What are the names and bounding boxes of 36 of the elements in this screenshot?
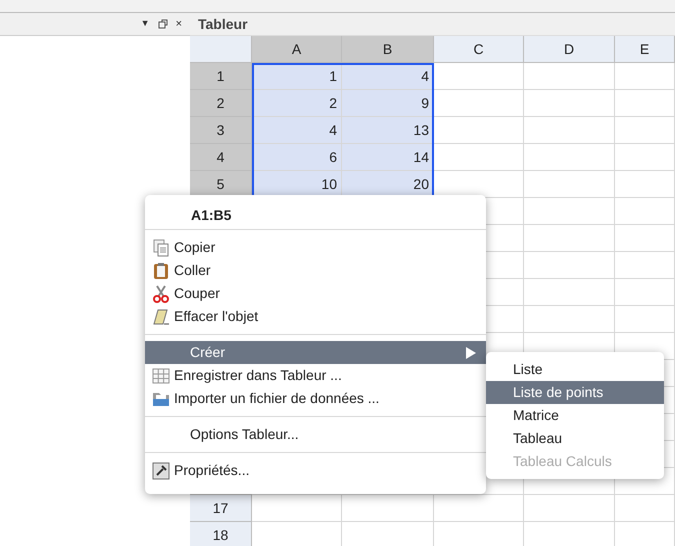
table-cell: 9 bbox=[342, 90, 434, 117]
column-header[interactable]: B bbox=[342, 36, 434, 63]
row-header[interactable]: 1 bbox=[190, 63, 252, 90]
menu-item[interactable]: Liste bbox=[486, 358, 664, 381]
table-cell: 1 bbox=[252, 63, 342, 90]
row-header[interactable]: 17 bbox=[190, 495, 252, 522]
table-cell: 4 bbox=[252, 117, 342, 144]
menu-item[interactable]: Tableau bbox=[486, 427, 664, 450]
dropdown-toggle[interactable]: ▼ bbox=[140, 17, 150, 31]
table-cell: 6 bbox=[252, 144, 342, 171]
column-header[interactable]: A bbox=[252, 36, 342, 63]
menu-item[interactable]: Options Tableur... bbox=[145, 423, 486, 446]
table-cell: 2 bbox=[252, 90, 342, 117]
column-header[interactable]: D bbox=[524, 36, 615, 63]
menu-item[interactable]: Effacer l'objet bbox=[145, 305, 486, 328]
menu-item[interactable]: Copier bbox=[145, 236, 486, 259]
column-header[interactable]: E bbox=[615, 36, 675, 63]
table-cell: 14 bbox=[342, 144, 434, 171]
table-cell: 13 bbox=[342, 117, 434, 144]
menu-item[interactable]: Coller bbox=[145, 259, 486, 282]
close-button[interactable]: × bbox=[176, 16, 182, 32]
menu-item[interactable]: Enregistrer dans Tableur ... bbox=[145, 364, 486, 387]
menu-item[interactable]: Créer bbox=[145, 341, 486, 364]
menu-item[interactable]: Couper bbox=[145, 282, 486, 305]
row-header[interactable]: 3 bbox=[190, 117, 252, 144]
row-header[interactable]: 2 bbox=[190, 90, 252, 117]
row-header[interactable]: 4 bbox=[190, 144, 252, 171]
menu-item[interactable]: Liste de points bbox=[486, 381, 664, 404]
row-header[interactable]: 18 bbox=[190, 522, 252, 546]
panel-title: Tableur bbox=[198, 14, 248, 34]
menu-item[interactable]: Propriétés... bbox=[145, 459, 486, 482]
menu-item[interactable]: Importer un fichier de données ... bbox=[145, 387, 486, 410]
table-cell: 4 bbox=[342, 63, 434, 90]
menu-item[interactable]: Matrice bbox=[486, 404, 664, 427]
menu-title: A1:B5 bbox=[191, 206, 232, 224]
column-header[interactable]: C bbox=[434, 36, 524, 63]
